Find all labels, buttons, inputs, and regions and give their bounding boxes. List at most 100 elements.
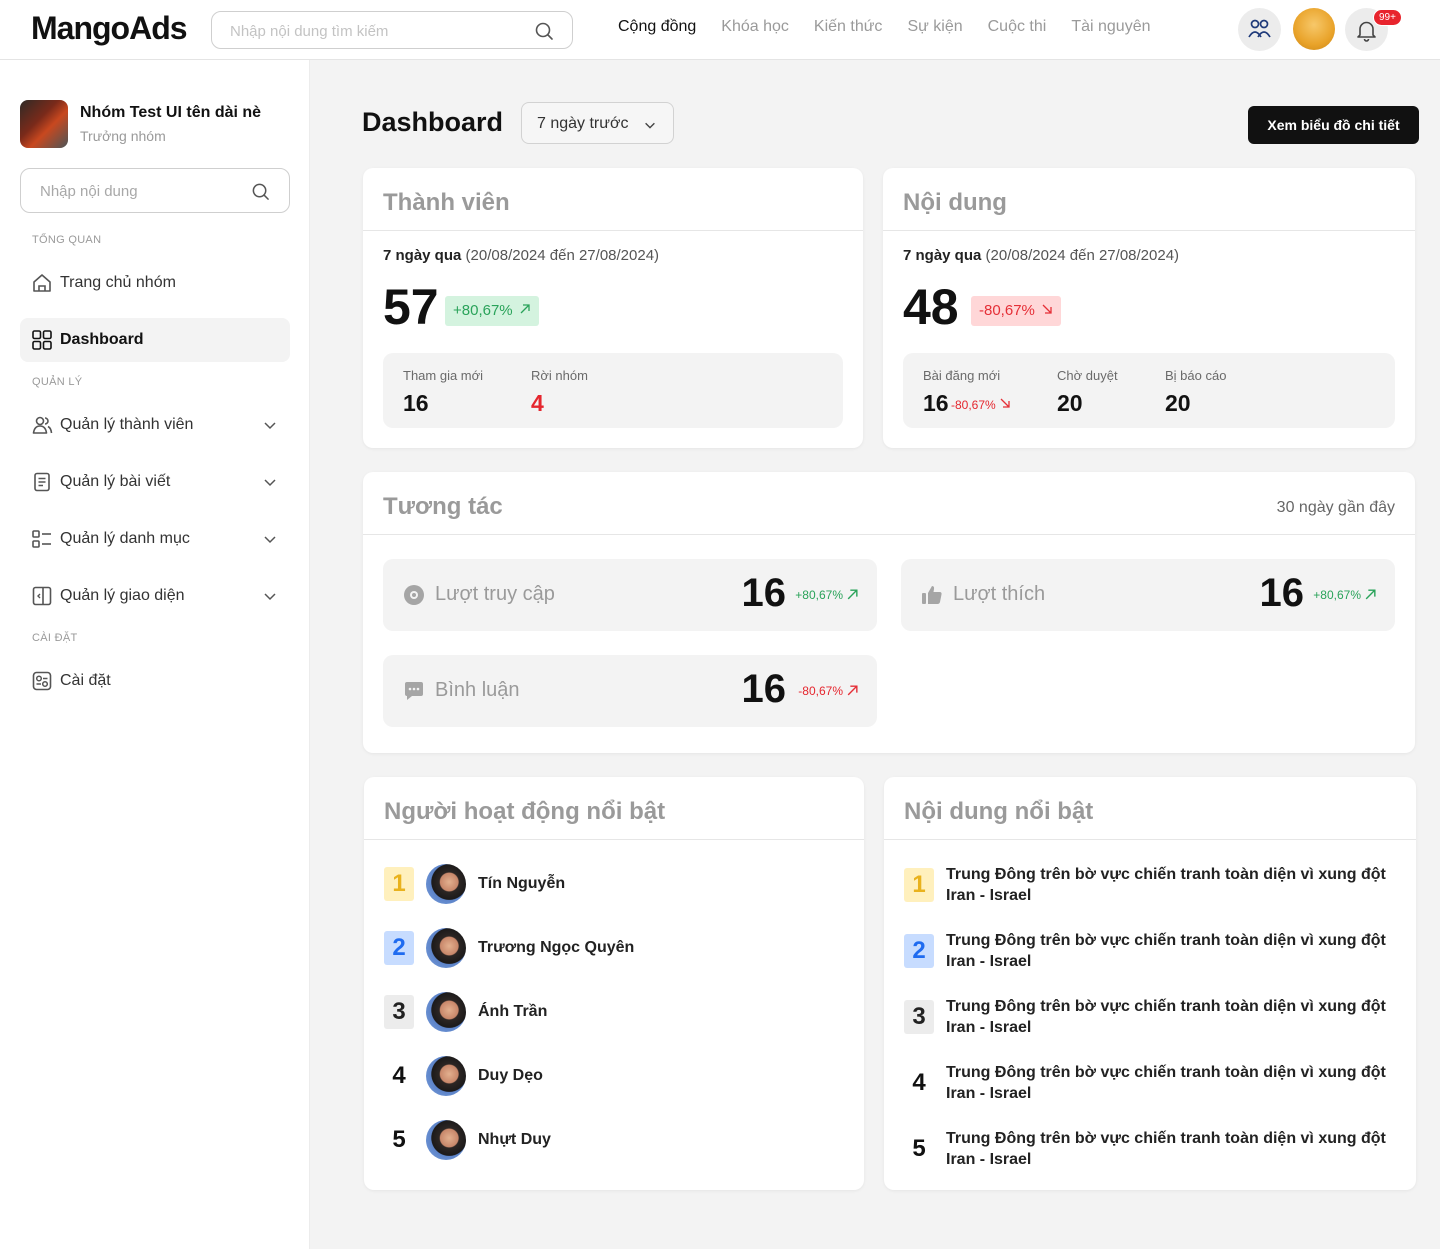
comments-tile: Bình luận 16 -80,67% [383,655,877,727]
content-breakdown: Bài đăng mới 16 -80,67% Chờ duyệt 20 Bị … [903,353,1395,428]
mangoads-logo[interactable]: MangoAds [31,10,188,47]
sidebar-item-group-home[interactable]: Trang chủ nhóm [20,261,290,305]
chevron-down-icon[interactable] [262,417,278,433]
chevron-down-icon[interactable] [262,474,278,490]
notification-badge: 99+ [1373,9,1402,26]
member-name[interactable]: Ánh Trần [478,1003,547,1021]
member-name[interactable]: Duy Dẹo [478,1067,543,1085]
top-members-card: Người hoạt động nổi bật 1 Tín Nguyễn 2 T… [364,777,864,1190]
views-delta: +80,67% [795,588,843,602]
sidebar-item-settings[interactable]: Cài đặt [20,659,290,703]
pending-label: Chờ duyệt [1057,368,1118,383]
likes-delta: +80,67% [1313,588,1361,602]
rank-badge: 1 [384,867,414,901]
post-title-link[interactable]: Trung Đông trên bờ vực chiến tranh toàn … [946,1128,1396,1170]
nav-community[interactable]: Cộng đồng [618,18,696,36]
post-title-link[interactable]: Trung Đông trên bờ vực chiến tranh toàn … [946,1062,1396,1104]
search-icon[interactable] [251,182,270,201]
sidebar-item-label: Quản lý thành viên [60,416,194,433]
new-members-value: 16 [403,390,429,416]
section-manage: QUẢN LÝ [32,376,83,388]
delta-value: +80,67% [453,302,513,319]
search-icon[interactable] [534,21,554,41]
top-bar: MangoAds Cộng đồng Khóa học Kiến thức Sự… [0,0,1440,60]
group-name[interactable]: Nhóm Test UI tên dài nè [80,104,261,122]
views-tile: Lượt truy cập 16 +80,67% [383,559,877,631]
nav-knowledge[interactable]: Kiến thức [814,18,883,36]
sidebar-item-label: Dashboard [60,331,144,348]
divider [363,230,863,231]
comments-value: 16 [741,667,787,711]
sidebar-item-label: Trang chủ nhóm [60,274,176,291]
sidebar-item-member-management[interactable]: Quản lý thành viên [20,403,290,447]
new-members-label: Tham gia mới [403,368,484,383]
delta-value: -80,67% [951,398,996,412]
period-label: 7 ngày qua [383,247,462,264]
member-name[interactable]: Trương Ngọc Quyên [478,939,634,957]
avatar[interactable] [426,864,466,904]
new-posts-value: 16 [923,390,949,416]
nav-contests[interactable]: Cuộc thi [988,18,1047,36]
avatar[interactable] [426,1120,466,1160]
reported-value: 20 [1165,390,1191,416]
chevron-down-icon[interactable] [262,531,278,547]
user-avatar[interactable] [1293,8,1335,50]
content-title: Nội dung [903,189,1007,216]
rank-badge: 2 [384,931,414,965]
sidebar-search[interactable] [20,168,290,213]
group-role: Trưởng nhóm [80,128,166,144]
avatar[interactable] [426,1056,466,1096]
sidebar-item-dashboard[interactable]: Dashboard [20,318,290,362]
divider [364,839,864,840]
layout-icon [32,586,52,606]
chevron-down-icon[interactable] [262,588,278,604]
sidebar-item-label: Quản lý bài viết [60,473,171,490]
delta-value: -80,67% [979,302,1035,319]
nav-courses[interactable]: Khóa học [721,18,789,36]
global-search[interactable] [211,11,573,49]
rank-badge: 4 [392,1062,406,1089]
sidebar-item-category-management[interactable]: Quản lý danh mục [20,517,290,561]
likes-tile: Lượt thích 16 +80,67% [901,559,1395,631]
section-settings: CÀI ĐẶT [32,632,78,644]
members-total: 57 [383,279,439,335]
post-title-link[interactable]: Trung Đông trên bờ vực chiến tranh toàn … [946,930,1396,972]
avatar[interactable] [426,928,466,968]
global-search-input[interactable] [230,20,530,42]
nav-events[interactable]: Sự kiện [907,18,962,36]
rank-badge: 2 [904,934,934,968]
interaction-period: 30 ngày gần đây [1276,499,1395,516]
arrow-up-right-icon [847,685,858,696]
period-range: (20/08/2024 đến 27/08/2024) [465,247,660,264]
comment-icon [405,682,423,700]
sidebar-search-input[interactable] [40,180,250,202]
avatar[interactable] [426,992,466,1032]
member-name[interactable]: Tín Nguyễn [478,875,565,893]
settings-icon [32,671,52,691]
content-total: 48 [903,279,959,335]
eye-icon [404,585,424,605]
rank-badge: 3 [384,995,414,1029]
members-delta-badge: +80,67% [445,296,539,326]
group-thumbnail[interactable] [20,100,68,148]
date-range-select[interactable]: 7 ngày trước [521,102,674,144]
post-title-link[interactable]: Trung Đông trên bờ vực chiến tranh toàn … [946,996,1396,1038]
rank-badge: 4 [912,1069,926,1096]
page-title: Dashboard [362,107,504,137]
comments-delta: -80,67% [798,684,843,698]
document-icon [34,472,50,492]
member-name[interactable]: Nhựt Duy [478,1131,551,1149]
main-nav: Cộng đồng Khóa học Kiến thức Sự kiện Cuộ… [618,18,1176,36]
rank-badge: 5 [392,1126,406,1153]
nav-resources[interactable]: Tài nguyên [1071,18,1150,36]
community-button[interactable] [1238,8,1281,51]
sidebar-item-layout-management[interactable]: Quản lý giao diện [20,574,290,618]
view-detailed-chart-button[interactable]: Xem biểu đồ chi tiết [1248,106,1419,144]
left-members-label: Rời nhóm [531,368,588,383]
pending-value: 20 [1057,390,1083,416]
post-title-link[interactable]: Trung Đông trên bờ vực chiến tranh toàn … [946,864,1396,906]
thumbs-up-icon [922,586,942,604]
divider [884,839,1416,840]
sidebar-item-label: Quản lý giao diện [60,587,185,604]
sidebar-item-post-management[interactable]: Quản lý bài viết [20,460,290,504]
